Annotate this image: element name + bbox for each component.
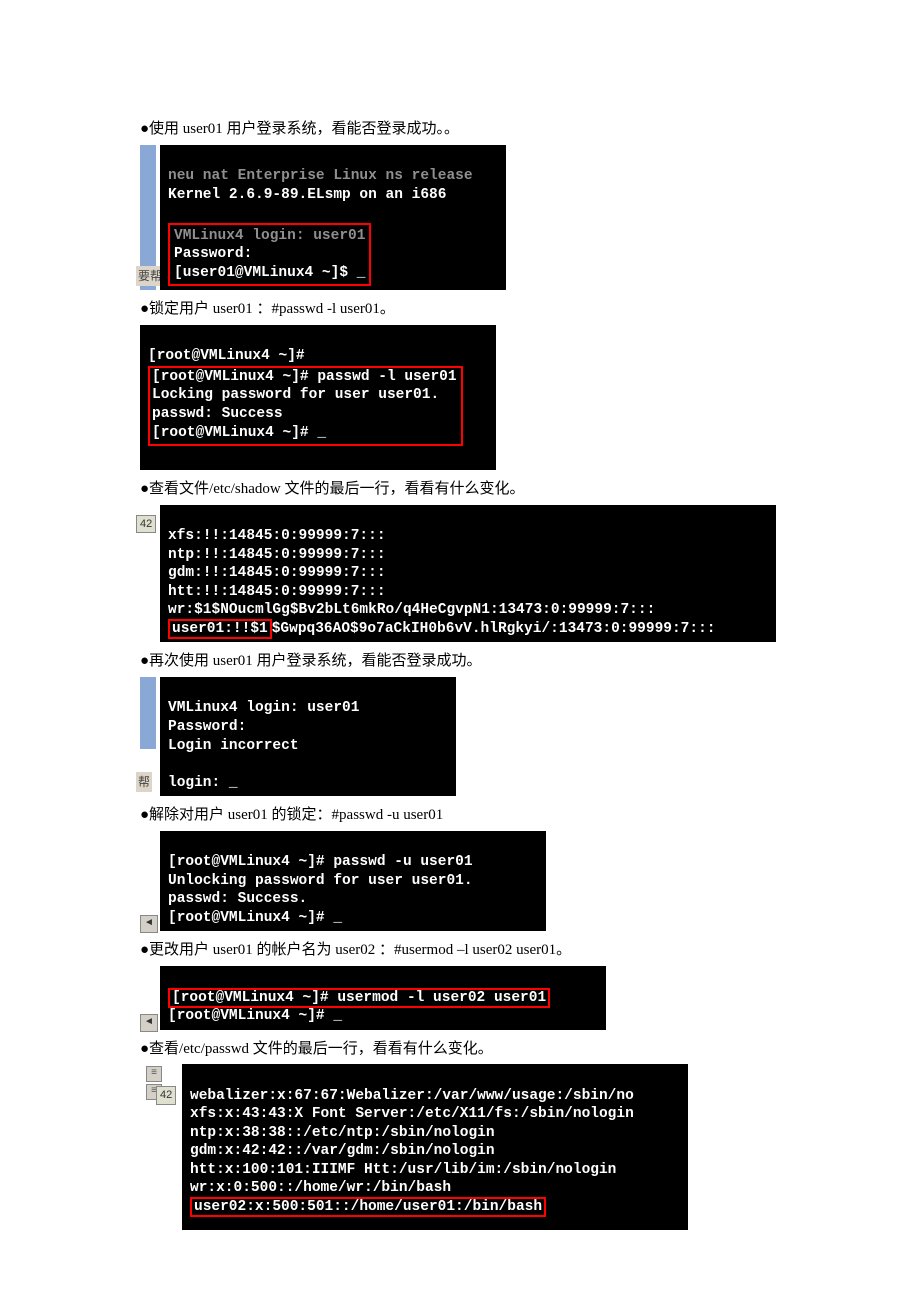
instruction-step3: ●查看文件/etc/shadow 文件的最后一行，看看有什么变化。 [140,478,780,501]
term-line: htt:x:100:101:IIIMF Htt:/usr/lib/im:/sbi… [190,1162,616,1178]
term-line: ntp:x:38:38::/etc/ntp:/sbin/nologin [190,1125,495,1141]
indent-icon: ≡ [146,1066,162,1082]
terminal-wrap-6: [root@VMLinux4 ~]# usermod -l user02 use… [160,966,780,1030]
document-page: ●使用 user01 用户登录系统，看能否登录成功。。 要帮 neu nat E… [0,0,920,1296]
term-line: passwd: Success. [168,891,307,907]
term-line: xfs:x:43:43:X Font Server:/etc/X11/fs:/s… [190,1106,634,1122]
term-line: $Gwpq36AO$9o7aCkIH0b6vV.hlRgkyi/:13473:0… [272,621,716,637]
term-line: VMLinux4 login: user01 [174,228,365,244]
term-line: Kernel 2.6.9-89.ELsmp on an i686 [168,187,446,203]
term-line: [root@VMLinux4 ~]# passwd -l user01 [152,369,457,385]
terminal-1: neu nat Enterprise Linux ns release Kern… [160,145,506,291]
term-line: gdm:!!:14845:0:99999:7::: [168,565,386,581]
terminal-4: VMLinux4 login: user01 Password: Login i… [160,677,456,796]
terminal-3: xfs:!!:14845:0:99999:7::: ntp:!!:14845:0… [160,505,776,643]
term-line: Password: [168,719,246,735]
sidebar-decoration [140,677,156,749]
term-line: passwd: Success [152,406,283,422]
highlight-box: user02:x:500:501::/home/user01:/bin/bash [190,1197,546,1217]
term-line: webalizer:x:67:67:Webalizer:/var/www/usa… [190,1088,634,1104]
scroll-left-icon: ◄ [140,915,158,933]
term-line: htt:!!:14845:0:99999:7::: [168,584,386,600]
terminal-6: [root@VMLinux4 ~]# usermod -l user02 use… [160,966,606,1030]
term-line: wr:x:0:500::/home/wr:/bin/bash [190,1180,451,1196]
terminal-wrap-5: [root@VMLinux4 ~]# passwd -u user01 Unlo… [160,831,780,932]
term-line: [root@VMLinux4 ~]# [148,348,305,364]
term-line: Password: [174,246,252,262]
term-line: [root@VMLinux4 ~]# _ [152,425,326,441]
term-line: Unlocking password for user user01. [168,873,473,889]
scroll-left-icon: ◄ [140,1014,158,1032]
instruction-step1: ●使用 user01 用户登录系统，看能否登录成功。。 [140,118,780,141]
terminal-2: [root@VMLinux4 ~]# [root@VMLinux4 ~]# pa… [140,325,496,470]
sidebar-label-4: 帮 [136,772,152,792]
term-line: neu nat Enterprise Linux ns release [168,168,473,184]
term-line: [user01@VMLinux4 ~]$ _ [174,265,365,281]
highlight-box: [root@VMLinux4 ~]# usermod -l user02 use… [168,988,550,1008]
terminal-wrap-1: 要帮 neu nat Enterprise Linux ns release K… [160,145,780,291]
terminal-wrap-4: 帮 VMLinux4 login: user01 Password: Login… [160,677,780,796]
terminal-wrap-7: ≡ ≡ 42 webalizer:x:67:67:Webalizer:/var/… [182,1064,780,1230]
term-line: [root@VMLinux4 ~]# _ [168,910,342,926]
term-line: ntp:!!:14845:0:99999:7::: [168,547,386,563]
instruction-step2: ●锁定用户 user01 ：#passwd -l user01。 [140,298,780,321]
term-line: gdm:x:42:42::/var/gdm:/sbin/nologin [190,1143,495,1159]
instruction-step5: ●解除对用户 user01 的锁定：#passwd -u user01 [140,804,780,827]
sidebar-linenum: 42 [156,1086,176,1105]
term-line: Locking password for user user01. [152,387,439,403]
sidebar-linenum: 42 [136,515,156,534]
highlight-box: user01:!!$1 [168,619,272,639]
term-line: [root@VMLinux4 ~]# _ [168,1008,342,1024]
instruction-step6: ●更改用户 user01 的帐户名为 user02 ：#usermod –l u… [140,939,780,962]
term-line: wr:$1$NOucmlGg$Bv2bLt6mkRo/q4HeCgvpN1:13… [168,602,655,618]
instruction-step7: ●查看/etc/passwd 文件的最后一行，看看有什么变化。 [140,1038,780,1061]
terminal-7: webalizer:x:67:67:Webalizer:/var/www/usa… [182,1064,688,1230]
terminal-5: [root@VMLinux4 ~]# passwd -u user01 Unlo… [160,831,546,932]
terminal-wrap-3: 42 xfs:!!:14845:0:99999:7::: ntp:!!:1484… [160,505,780,643]
term-line: xfs:!!:14845:0:99999:7::: [168,528,386,544]
term-line: Login incorrect [168,738,299,754]
term-line: [root@VMLinux4 ~]# passwd -u user01 [168,854,473,870]
term-line: login: _ [168,775,238,791]
instruction-step4: ●再次使用 user01 用户登录系统，看能否登录成功。 [140,650,780,673]
term-line: VMLinux4 login: user01 [168,700,359,716]
